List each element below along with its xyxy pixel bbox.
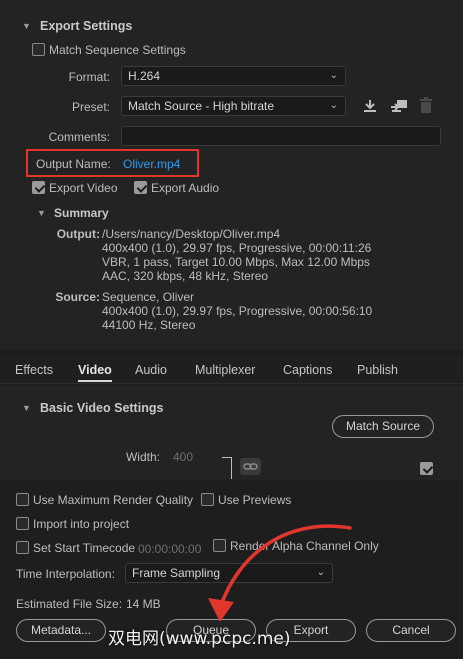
basic-video-title: Basic Video Settings <box>40 401 164 415</box>
max-render-quality-checkbox[interactable] <box>16 493 29 506</box>
export-video-checkbox[interactable] <box>32 181 45 194</box>
summary-output-block: /Users/nancy/Desktop/Oliver.mp4 400x400 … <box>102 227 371 283</box>
format-select[interactable]: H.264 ⌄ <box>121 66 346 86</box>
annotation-arrow-icon <box>208 524 352 622</box>
collapse-triangle-icon[interactable]: ▼ <box>22 21 31 31</box>
import-into-project-checkbox[interactable] <box>16 517 29 530</box>
estimated-size-value: 14 MB <box>126 597 161 611</box>
format-value: H.264 <box>128 69 161 83</box>
use-previews-label: Use Previews <box>218 493 292 507</box>
chain-link-icon <box>243 463 258 470</box>
chevron-down-icon: ⌄ <box>329 100 338 111</box>
summary-title: Summary <box>54 206 109 220</box>
preset-select[interactable]: Match Source - High bitrate ⌄ <box>121 96 346 116</box>
tab-captions[interactable]: Captions <box>283 363 332 377</box>
tab-publish[interactable]: Publish <box>357 363 398 377</box>
estimated-size-label: Estimated File Size: <box>16 597 123 611</box>
output-name-link[interactable]: Oliver.mp4 <box>123 157 180 171</box>
tab-video[interactable]: Video <box>78 363 112 382</box>
tab-effects[interactable]: Effects <box>15 363 53 377</box>
summary-output-key: Output: <box>56 227 100 241</box>
set-start-timecode-label: Set Start Timecode <box>33 541 136 555</box>
width-label: Width: <box>125 450 160 464</box>
summary-source-key: Source: <box>55 290 100 304</box>
preset-value: Match Source - High bitrate <box>128 99 275 113</box>
export-audio-label: Export Audio <box>151 181 220 195</box>
output-name-label: Output Name: <box>36 157 111 171</box>
tab-multiplexer[interactable]: Multiplexer <box>195 363 255 377</box>
watermark-text: 双电网(www.pcpc.me) <box>108 629 291 649</box>
format-label: Format: <box>68 70 110 84</box>
match-sequence-checkbox[interactable] <box>32 43 45 56</box>
set-start-timecode-checkbox[interactable] <box>16 541 29 554</box>
summary-source-line: 44100 Hz, Stereo <box>102 318 196 332</box>
export-settings-title: Export Settings <box>40 19 133 33</box>
link-bracket <box>222 457 232 479</box>
summary-source-block: Sequence, Oliver 400x400 (1.0), 29.97 fp… <box>102 290 372 332</box>
use-previews-checkbox[interactable] <box>201 493 214 506</box>
cancel-button[interactable]: Cancel <box>366 619 456 642</box>
constrain-proportions-button[interactable] <box>240 458 261 475</box>
summary-output-line: AAC, 320 kbps, 48 kHz, Stereo <box>102 269 269 283</box>
comments-field[interactable] <box>121 126 441 146</box>
import-into-project-label: Import into project <box>33 517 130 531</box>
start-timecode-value[interactable]: 00:00:00:00 <box>138 542 201 556</box>
comments-label: Comments: <box>48 130 110 144</box>
metadata-button[interactable]: Metadata... <box>16 619 106 642</box>
match-sequence-label: Match Sequence Settings <box>49 43 186 57</box>
summary-triangle-icon[interactable]: ▼ <box>37 208 46 218</box>
chevron-down-icon: ⌄ <box>329 70 338 81</box>
video-option-checkbox[interactable] <box>420 462 433 475</box>
summary-source-line: 400x400 (1.0), 29.97 fps, Progressive, 0… <box>102 304 373 318</box>
delete-preset-icon[interactable] <box>419 97 433 114</box>
preset-label: Preset: <box>71 100 110 114</box>
summary-source-line: Sequence, Oliver <box>102 290 195 304</box>
time-interpolation-label: Time Interpolation: <box>16 567 115 581</box>
basic-video-triangle-icon[interactable]: ▼ <box>22 403 31 413</box>
summary-output-line: /Users/nancy/Desktop/Oliver.mp4 <box>102 227 281 241</box>
match-source-button[interactable]: Match Source <box>332 415 434 438</box>
max-render-quality-label: Use Maximum Render Quality <box>33 493 194 507</box>
summary-output-line: 400x400 (1.0), 29.97 fps, Progressive, 0… <box>102 241 372 255</box>
export-video-label: Export Video <box>49 181 118 195</box>
import-preset-icon[interactable] <box>390 98 408 114</box>
width-value[interactable]: 400 <box>173 450 193 464</box>
tab-audio[interactable]: Audio <box>135 363 167 377</box>
export-audio-checkbox[interactable] <box>134 181 147 194</box>
summary-output-line: VBR, 1 pass, Target 10.00 Mbps, Max 12.0… <box>102 255 370 269</box>
save-preset-icon[interactable] <box>362 98 378 114</box>
